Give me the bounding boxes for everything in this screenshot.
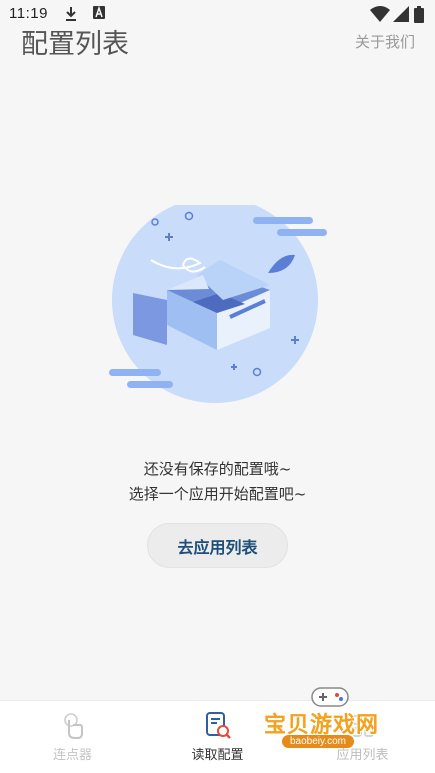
download-icon [66, 7, 76, 21]
empty-message-line2: 选择一个应用开始配置吧~ [128, 485, 307, 503]
nav-item-clicker[interactable]: 连点器 [0, 701, 145, 773]
tap-hand-icon [63, 713, 83, 739]
page-title: 配置列表 [21, 29, 129, 60]
nav-item-read-config[interactable]: 读取配置 [145, 701, 290, 773]
empty-box-illustration [109, 205, 327, 403]
status-time: 11:19 [9, 5, 48, 22]
nav-label-app-list: 应用列表 [336, 748, 389, 763]
app-list-icon [351, 715, 374, 737]
signal-icon [393, 6, 409, 22]
read-config-icon [205, 712, 231, 739]
bottom-nav: 连点器 读取配置 应用列表 [0, 700, 435, 773]
nav-label-read-config: 读取配置 [191, 748, 244, 763]
about-us-link[interactable]: 关于我们 [355, 31, 415, 52]
empty-message-line1: 还没有保存的配置哦~ [143, 460, 292, 478]
a-badge-icon [93, 6, 105, 19]
go-to-app-list-button[interactable]: 去应用列表 [147, 523, 288, 568]
nav-item-app-list[interactable]: 应用列表 [290, 701, 435, 773]
wifi-icon [370, 6, 390, 22]
battery-icon [414, 6, 424, 23]
nav-label-clicker: 连点器 [52, 748, 92, 763]
